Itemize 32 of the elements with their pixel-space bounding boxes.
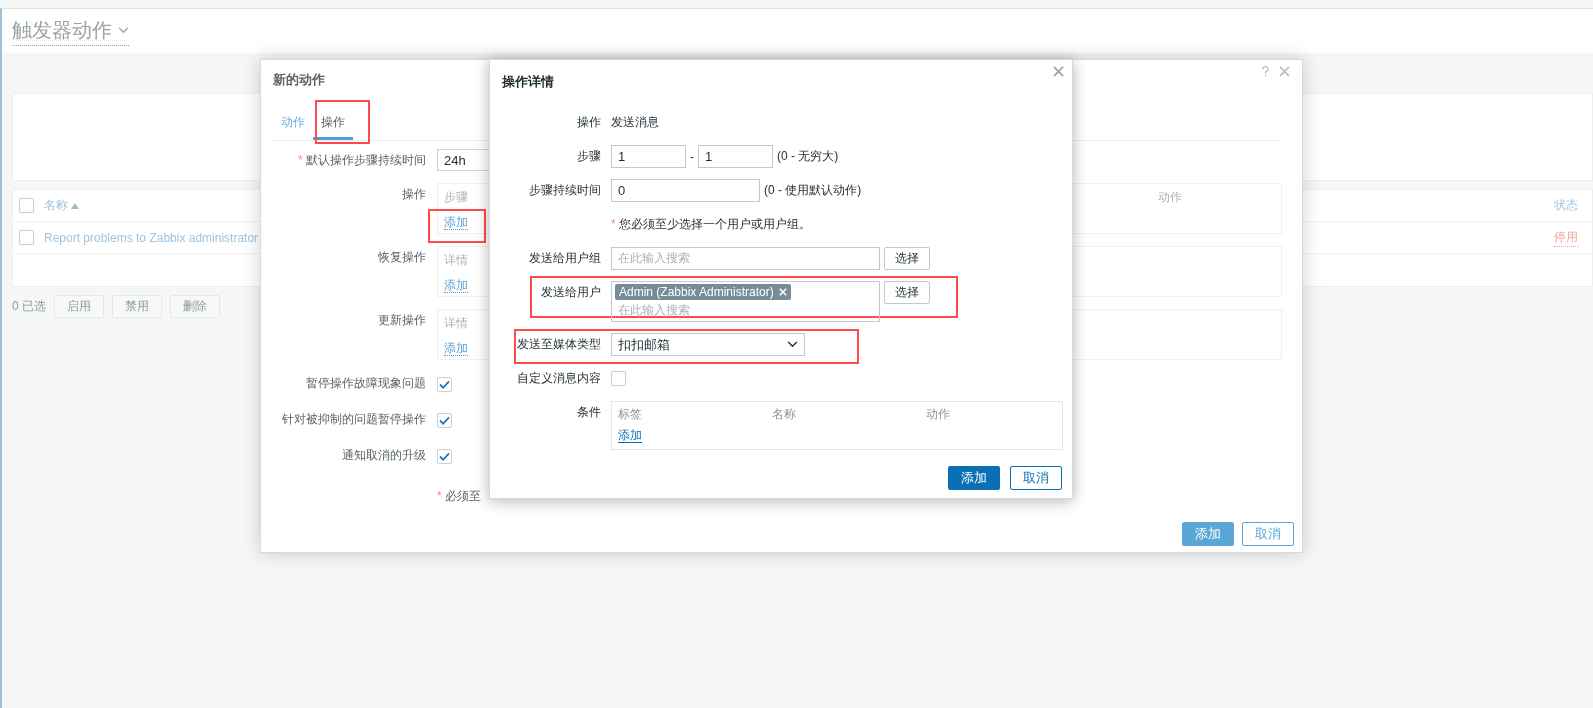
- column-header: 动作: [926, 407, 950, 421]
- column-header: 步骤: [444, 190, 468, 204]
- option-label: 通知取消的升级: [342, 448, 426, 462]
- field-label: 自定义消息内容: [517, 371, 601, 385]
- option-label: 暂停操作故障现象问题: [306, 376, 426, 390]
- field-hint: (0 - 使用默认动作): [764, 182, 862, 199]
- column-header: 名称: [772, 407, 796, 421]
- column-header: 详情: [444, 253, 468, 267]
- selected-user-tag: Admin (Zabbix Administrator): [615, 284, 791, 300]
- field-label: 操作: [577, 115, 601, 129]
- field-label: 发送至媒体类型: [517, 337, 601, 351]
- field-label: 条件: [577, 405, 601, 419]
- field-label: * 默认操作步骤持续时间: [298, 153, 426, 167]
- field-label: 发送给用户: [541, 285, 601, 299]
- operation-value: 发送消息: [611, 114, 659, 131]
- dialog-title: 操作详情: [502, 74, 554, 89]
- field-label: 步骤: [577, 149, 601, 163]
- range-separator: -: [690, 149, 694, 164]
- column-header: 详情: [444, 316, 468, 330]
- field-hint: (0 - 无穷大): [777, 148, 839, 165]
- column-header: 标签: [618, 407, 642, 421]
- required-note: * 您必须至少选择一个用户或用户组。: [611, 216, 811, 233]
- dialog-title: 新的动作: [273, 72, 325, 87]
- field-label: 操作: [402, 187, 426, 201]
- required-note: * 必须至: [437, 489, 481, 503]
- field-label: 更新操作: [378, 313, 426, 327]
- column-header: 动作: [1158, 190, 1182, 204]
- selected-count: 0 已选: [12, 298, 46, 315]
- field-label: 恢复操作: [378, 250, 426, 264]
- option-label: 针对被抑制的问题暂停操作: [282, 412, 426, 426]
- field-label: 步骤持续时间: [529, 183, 601, 197]
- field-label: 发送给用户组: [529, 251, 601, 265]
